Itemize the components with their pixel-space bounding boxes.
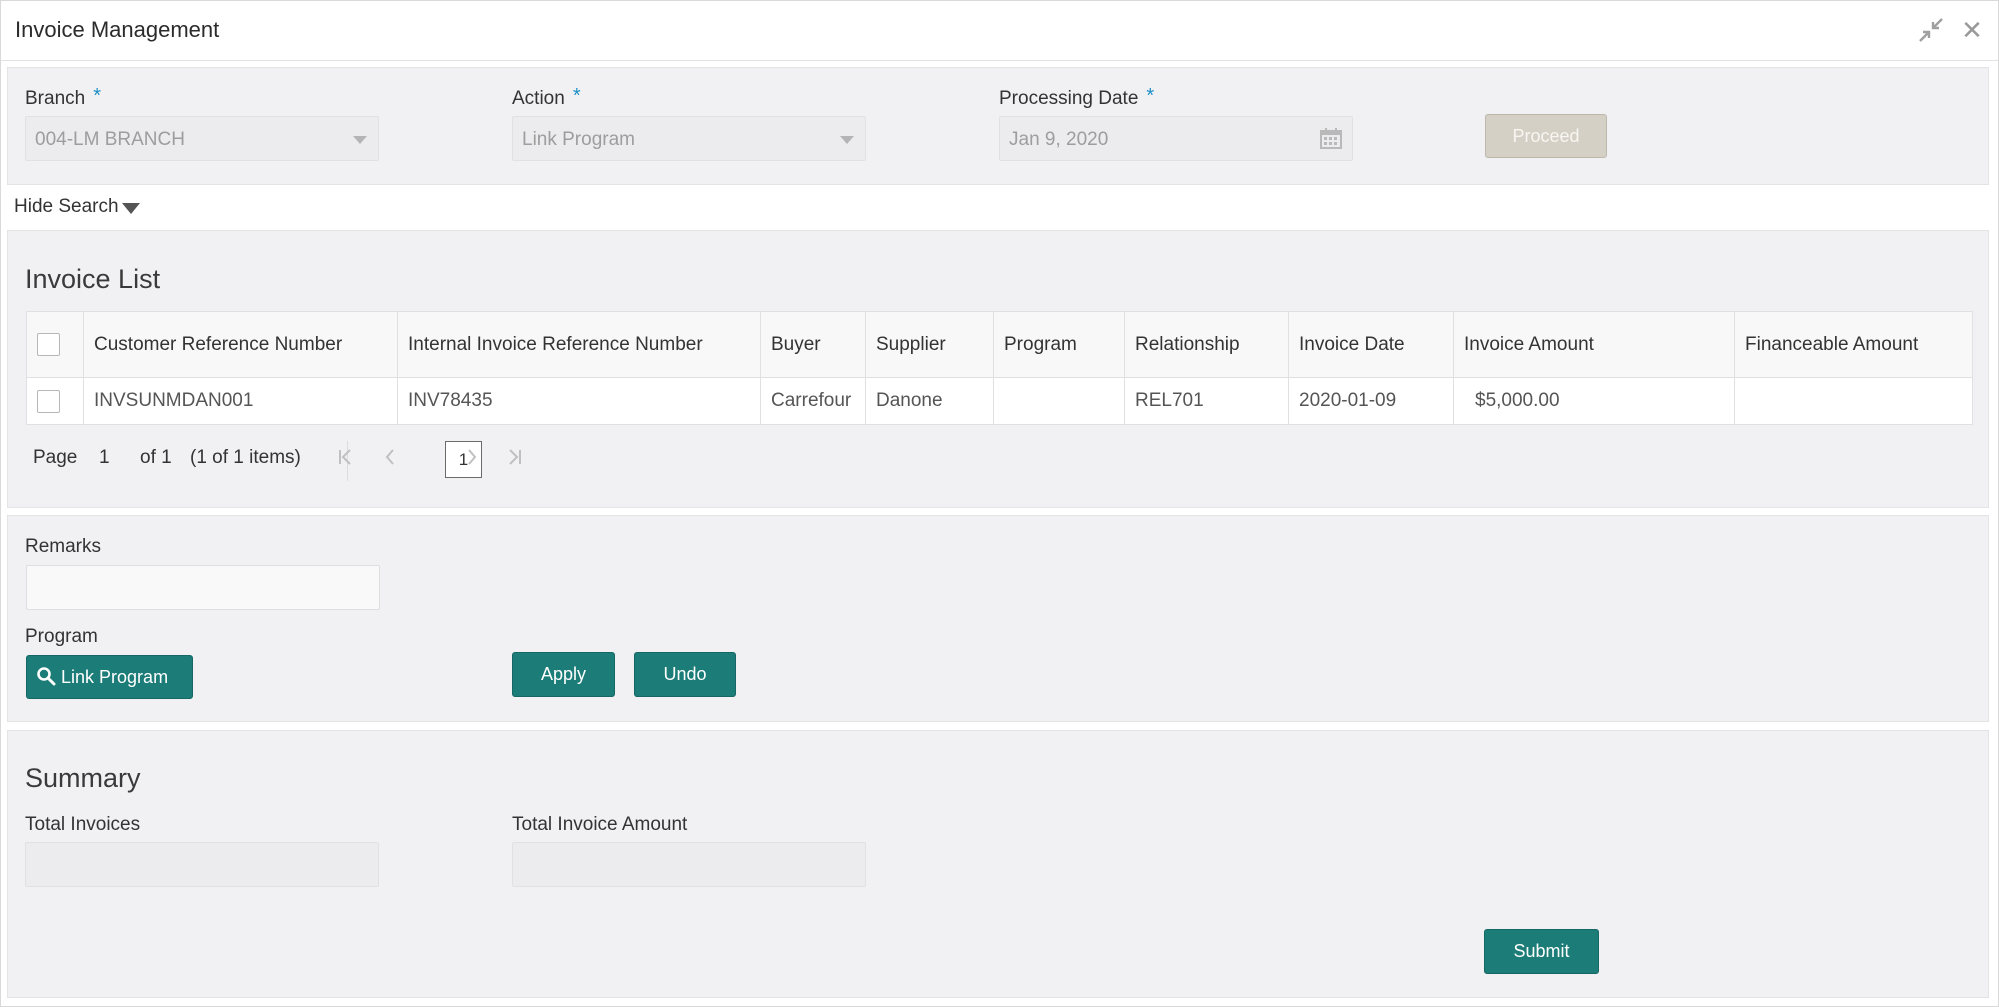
row-select-cell [26, 377, 84, 425]
column-header[interactable]: Program [993, 311, 1125, 378]
total-invoices-label: Total Invoices [25, 814, 141, 835]
close-icon[interactable]: ✕ [1959, 17, 1985, 43]
chevron-down-icon [353, 136, 367, 144]
branch-label: Branch * [25, 85, 101, 109]
invoice-management-window: Invoice Management ✕ Branch * 004-LM BRAN… [0, 0, 1999, 1007]
column-header[interactable]: Relationship [1124, 311, 1289, 378]
column-header[interactable]: Buyer [760, 311, 866, 378]
page-number-input[interactable]: 1 [99, 447, 110, 469]
remarks-label: Remarks [25, 536, 102, 557]
row-checkbox[interactable] [37, 389, 60, 413]
column-header[interactable]: Internal Invoice Reference Number [397, 311, 761, 378]
invoice-amount-cell: $5,000.00 [1453, 377, 1735, 425]
first-page-icon[interactable] [337, 445, 353, 475]
financeable-amount-cell [1734, 377, 1973, 425]
table-row[interactable]: INVSUNMDAN001 INV78435 Carrefour Danone … [26, 377, 1973, 425]
total-invoices-field [25, 842, 379, 887]
summary-title: Summary [25, 763, 141, 793]
search-icon [37, 667, 56, 686]
column-header[interactable]: Supplier [865, 311, 994, 378]
invoice-table: Customer Reference Number Internal Invoi… [26, 311, 1973, 425]
title-bar: Invoice Management ✕ [1, 1, 1998, 61]
remarks-input[interactable] [26, 565, 380, 610]
minimize-icon[interactable] [1918, 17, 1944, 43]
proceed-button[interactable]: Proceed [1485, 114, 1607, 158]
buyer-cell: Carrefour [760, 377, 866, 425]
column-header[interactable]: Customer Reference Number [83, 311, 398, 378]
column-header[interactable]: Financeable Amount [1734, 311, 1973, 378]
program-label: Program [25, 626, 98, 647]
table-header-row: Customer Reference Number Internal Invoi… [26, 311, 1973, 378]
internal-ref-cell: INV78435 [397, 377, 761, 425]
total-invoice-amount-field [512, 842, 866, 887]
invoice-date-cell: 2020-01-09 [1288, 377, 1454, 425]
items-count: (1 of 1 items) [190, 447, 301, 468]
undo-button[interactable]: Undo [634, 652, 736, 697]
select-all-checkbox[interactable] [37, 333, 60, 356]
customer-ref-link[interactable]: INVSUNMDAN001 [83, 377, 398, 425]
column-header[interactable]: Invoice Date [1288, 311, 1454, 378]
supplier-cell: Danone [865, 377, 994, 425]
submit-button[interactable]: Submit [1484, 929, 1599, 974]
page-label: Page [33, 447, 78, 468]
link-program-button[interactable]: Link Program [26, 655, 193, 699]
program-cell [993, 377, 1125, 425]
last-page-icon[interactable] [507, 445, 523, 475]
calendar-icon[interactable] [1320, 128, 1342, 149]
column-header[interactable]: Invoice Amount [1453, 311, 1735, 378]
chevron-down-icon [121, 203, 140, 214]
action-label: Action * [512, 85, 581, 109]
prev-page-icon[interactable] [383, 445, 397, 475]
chevron-down-icon [840, 136, 854, 144]
action-select[interactable]: Link Program [512, 116, 866, 161]
remarks-panel [7, 515, 1989, 722]
page-count: of 1 [140, 447, 172, 468]
hide-search-toggle[interactable]: Hide Search [14, 196, 140, 218]
processing-date-field[interactable]: Jan 9, 2020 [999, 116, 1353, 161]
total-invoice-amount-label: Total Invoice Amount [512, 814, 688, 835]
processing-date-label: Processing Date * [999, 85, 1155, 109]
relationship-cell: REL701 [1124, 377, 1289, 425]
window-title: Invoice Management [15, 17, 220, 42]
hide-search-label: Hide Search [14, 196, 119, 217]
select-all-cell [26, 311, 84, 378]
invoice-list-title: Invoice List [25, 264, 161, 294]
next-page-icon[interactable] [465, 445, 479, 475]
link-program-label: Link Program [61, 667, 169, 687]
apply-button[interactable]: Apply [512, 652, 615, 697]
branch-select[interactable]: 004-LM BRANCH [25, 116, 379, 161]
